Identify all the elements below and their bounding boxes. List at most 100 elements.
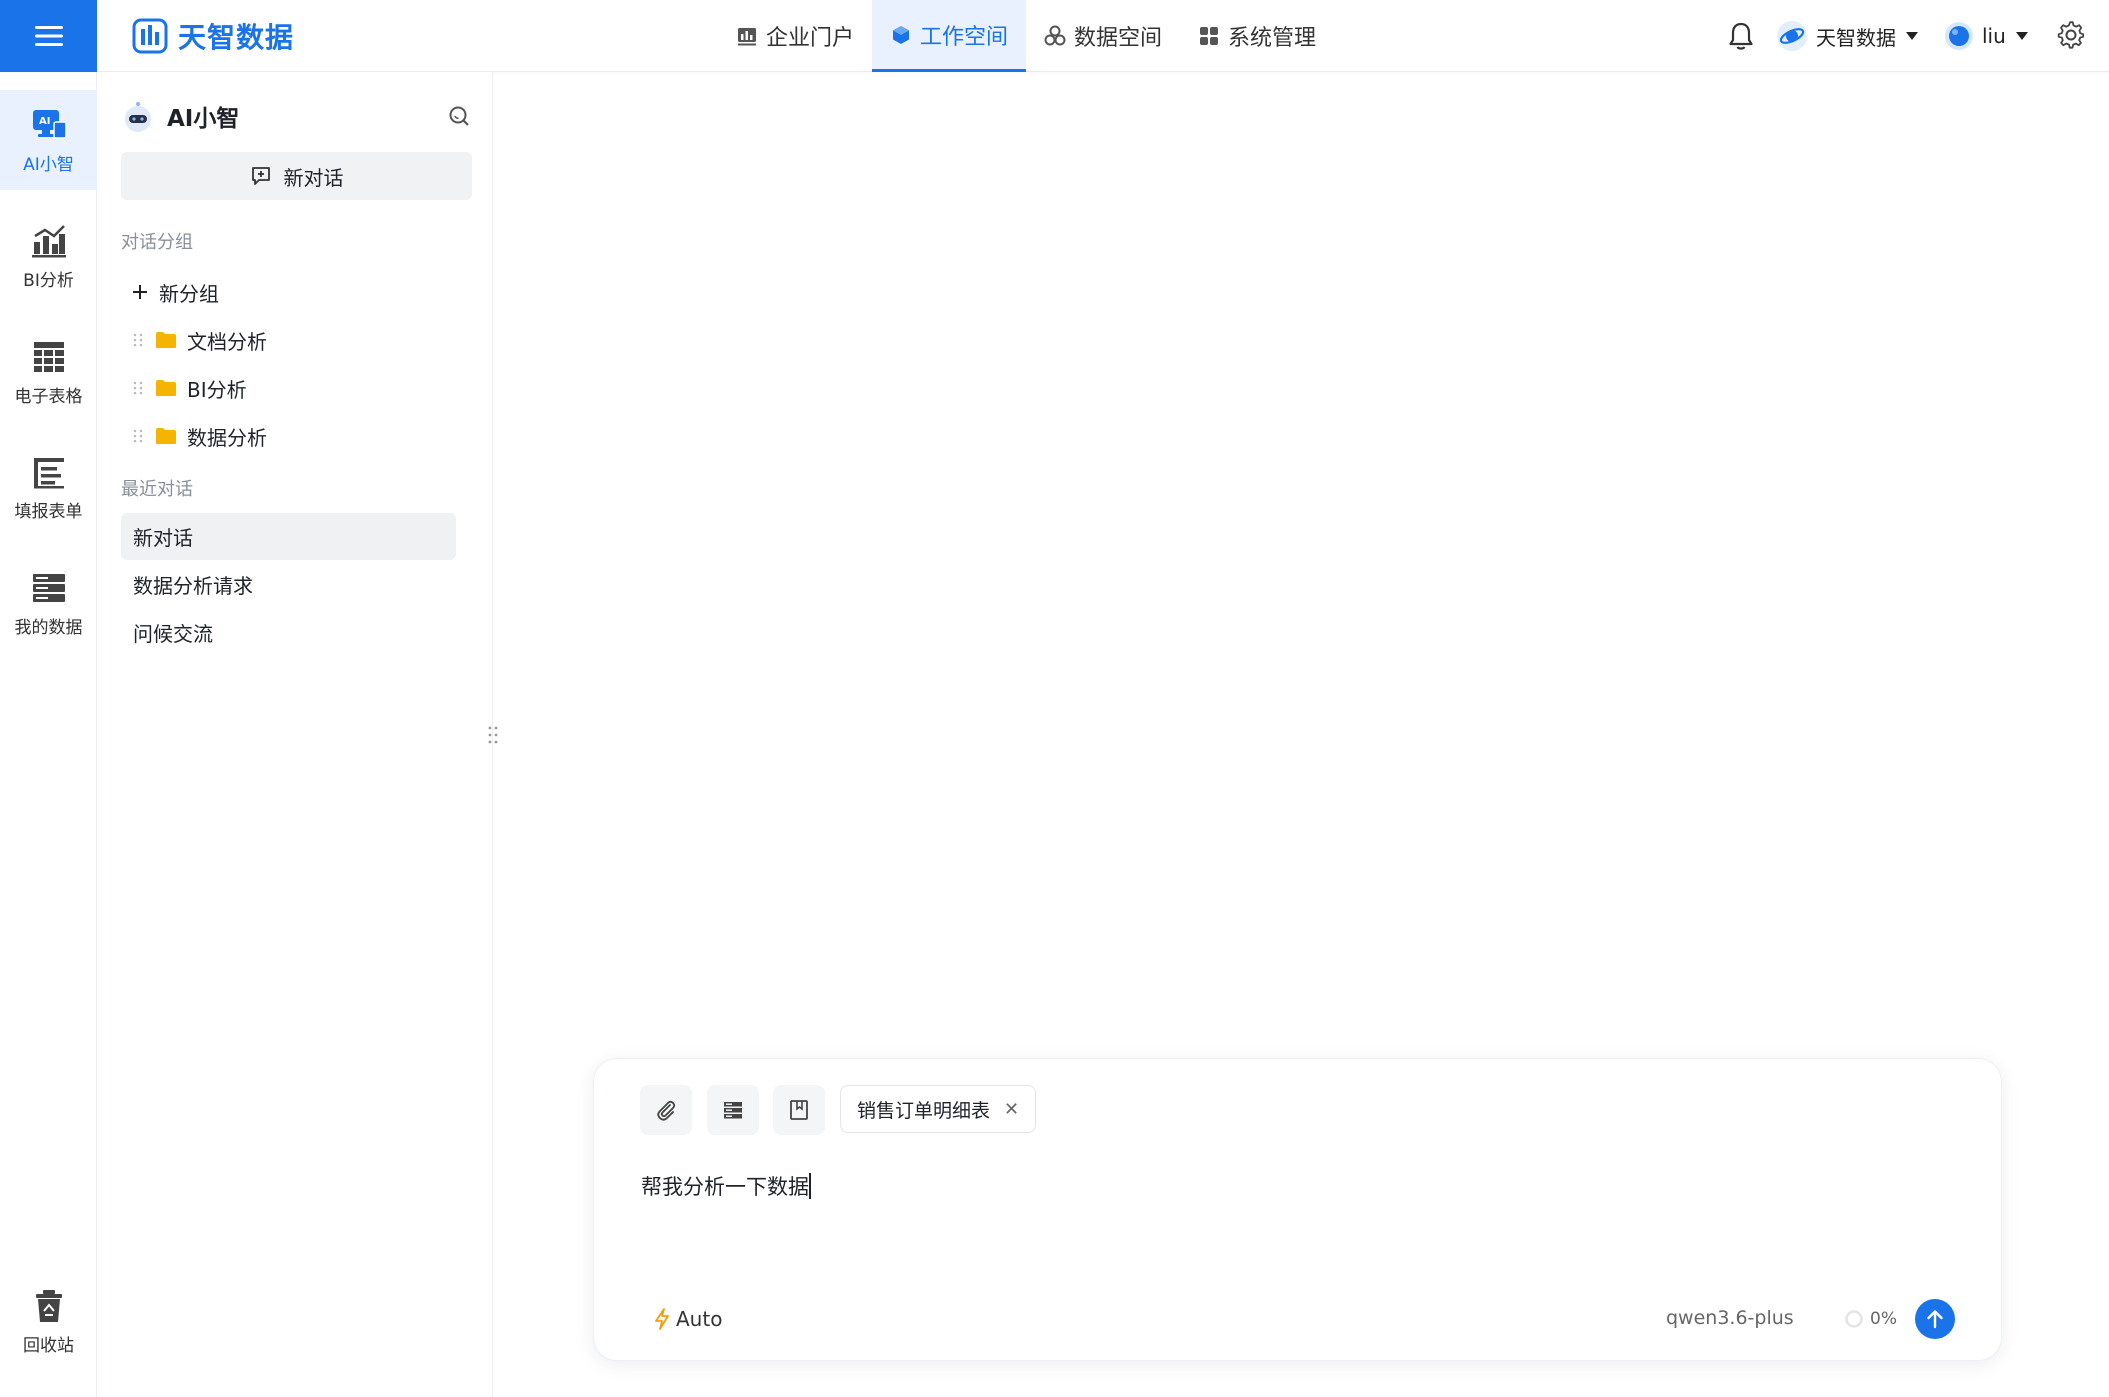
folder-icon: [156, 332, 176, 348]
panel-title: AI小智: [167, 106, 240, 132]
rail-item-label: 我的数据: [14, 617, 83, 638]
chevron-down-icon: [2015, 32, 2028, 40]
bi-chart-icon: [31, 224, 66, 257]
spreadsheet-icon: [33, 341, 64, 372]
ai-computer-icon: AI: [32, 109, 67, 139]
recycle-bin-icon: [35, 1289, 62, 1322]
select-data-button[interactable]: [707, 1085, 759, 1135]
rail-item-label: 填报表单: [14, 501, 83, 522]
recent-chat-item[interactable]: 数据分析请求: [121, 561, 456, 608]
text-caret: [809, 1173, 811, 1199]
rail-item-recycle[interactable]: 回收站: [0, 1271, 97, 1371]
cube-icon: [893, 25, 910, 44]
progress-ring-icon: [1845, 1310, 1863, 1328]
add-group-label: 新分组: [159, 281, 219, 306]
close-icon[interactable]: ✕: [1004, 1099, 1019, 1120]
nav-item-label: 企业门户: [766, 26, 855, 51]
prompt-text: 帮我分析一下数据: [641, 1175, 809, 1199]
user-menu[interactable]: liu: [1944, 18, 2028, 54]
add-group-button[interactable]: 新分组: [131, 274, 219, 310]
org-avatar-icon: [1777, 21, 1807, 51]
user-avatar-icon: [1945, 22, 1973, 50]
attach-button[interactable]: [640, 1085, 692, 1135]
chat-side-panel: AI小智 新对话 对话分组 新分组 文档分析 BI分析 数据分析 最近对话 新对…: [97, 72, 493, 1397]
nav-item-label: 工作空间: [920, 24, 1009, 50]
robot-avatar-icon: [125, 102, 151, 132]
panel-resize-handle-icon[interactable]: [486, 724, 500, 746]
group-item[interactable]: BI分析: [131, 370, 247, 406]
nav-item-dataspace[interactable]: 数据空间: [1026, 0, 1180, 72]
rail-item-mydata[interactable]: 我的数据: [0, 553, 97, 653]
panel-header: AI小智: [121, 94, 471, 138]
group-item-label: 数据分析: [187, 425, 267, 450]
org-name: 天智数据: [1816, 25, 1896, 50]
recent-section-label: 最近对话: [121, 479, 193, 500]
svg-text:AI: AI: [39, 116, 50, 127]
chart-bar-icon: [738, 28, 756, 46]
group-item-label: BI分析: [187, 377, 247, 402]
send-button[interactable]: [1915, 1299, 1955, 1339]
data-cluster-icon: [1044, 25, 1066, 46]
arrow-up-icon: [1927, 1310, 1943, 1329]
top-nav: 企业门户 工作空间 数据空间 系统管理: [718, 0, 1334, 72]
group-item[interactable]: 文档分析: [131, 322, 267, 358]
notification-bell-icon[interactable]: [1726, 20, 1756, 52]
folder-icon: [156, 428, 176, 444]
new-chat-button[interactable]: 新对话: [121, 152, 472, 200]
bookmark-book-icon: [790, 1100, 808, 1120]
database-icon: [32, 573, 65, 602]
nav-item-portal[interactable]: 企业门户: [718, 0, 872, 72]
knowledge-base-button[interactable]: [773, 1085, 825, 1135]
new-chat-label: 新对话: [283, 165, 344, 190]
rail-item-bi[interactable]: BI分析: [0, 206, 97, 306]
plus-icon: [133, 285, 147, 299]
database-icon: [724, 1102, 742, 1119]
mode-label: Auto: [676, 1307, 723, 1331]
new-chat-icon: [251, 167, 270, 185]
org-switcher[interactable]: 天智数据: [1776, 18, 1918, 54]
left-rail: AI AI小智 BI分析 电子表格 填报表单 我的数据 回收站: [0, 72, 97, 1397]
rail-item-label: 电子表格: [14, 386, 83, 407]
groups-section-label: 对话分组: [121, 232, 193, 253]
drag-handle-icon[interactable]: [131, 428, 145, 444]
brand-logo-icon: [132, 18, 168, 54]
chat-composer: 销售订单明细表 ✕ 帮我分析一下数据 Auto qwen3.6-plus 0%: [593, 1058, 2002, 1361]
prompt-input[interactable]: 帮我分析一下数据: [641, 1171, 1941, 1211]
drag-handle-icon[interactable]: [131, 380, 145, 396]
brand[interactable]: 天智数据: [132, 16, 294, 56]
rail-item-label: BI分析: [23, 270, 74, 291]
menu-toggle-button[interactable]: [0, 0, 97, 72]
group-item[interactable]: 数据分析: [131, 418, 267, 454]
nav-item-workspace[interactable]: 工作空间: [872, 0, 1027, 72]
settings-gear-icon[interactable]: [2056, 20, 2086, 50]
model-selector[interactable]: qwen3.6-plus: [1666, 1307, 1794, 1329]
recent-chat-item[interactable]: 新对话: [121, 513, 456, 560]
grid-apps-icon: [1200, 27, 1219, 45]
paperclip-icon: [657, 1100, 676, 1121]
chevron-down-icon: [1906, 32, 1918, 40]
search-icon[interactable]: [447, 104, 471, 128]
mode-selector[interactable]: Auto: [654, 1305, 722, 1333]
hamburger-icon: [34, 26, 63, 46]
attached-table-chip[interactable]: 销售订单明细表 ✕: [840, 1085, 1037, 1133]
nav-item-label: 系统管理: [1228, 26, 1317, 51]
context-usage: 0%: [1844, 1305, 1897, 1333]
user-name: liu: [1982, 24, 2006, 48]
nav-item-label: 数据空间: [1074, 26, 1163, 51]
usage-label: 0%: [1870, 1309, 1897, 1329]
rail-item-spreadsheet[interactable]: 电子表格: [0, 322, 97, 422]
attached-table-label: 销售订单明细表: [857, 1099, 991, 1122]
nav-item-system[interactable]: 系统管理: [1180, 0, 1334, 72]
brand-name: 天智数据: [178, 21, 295, 54]
app-root: 天智数据 企业门户 工作空间 数据空间 系统管理 天智数据 liu AI AI小…: [0, 0, 2109, 1397]
top-bar: 天智数据 企业门户 工作空间 数据空间 系统管理 天智数据 liu: [0, 0, 2109, 72]
drag-handle-icon[interactable]: [131, 332, 145, 348]
rail-item-ai[interactable]: AI AI小智: [0, 90, 97, 190]
form-icon: [33, 457, 64, 488]
folder-icon: [156, 380, 176, 396]
group-item-label: 文档分析: [187, 329, 267, 354]
rail-item-label: AI小智: [23, 154, 74, 175]
rail-item-label: 回收站: [23, 1335, 74, 1356]
rail-item-form[interactable]: 填报表单: [0, 437, 97, 537]
recent-chat-item[interactable]: 问候交流: [121, 609, 456, 656]
